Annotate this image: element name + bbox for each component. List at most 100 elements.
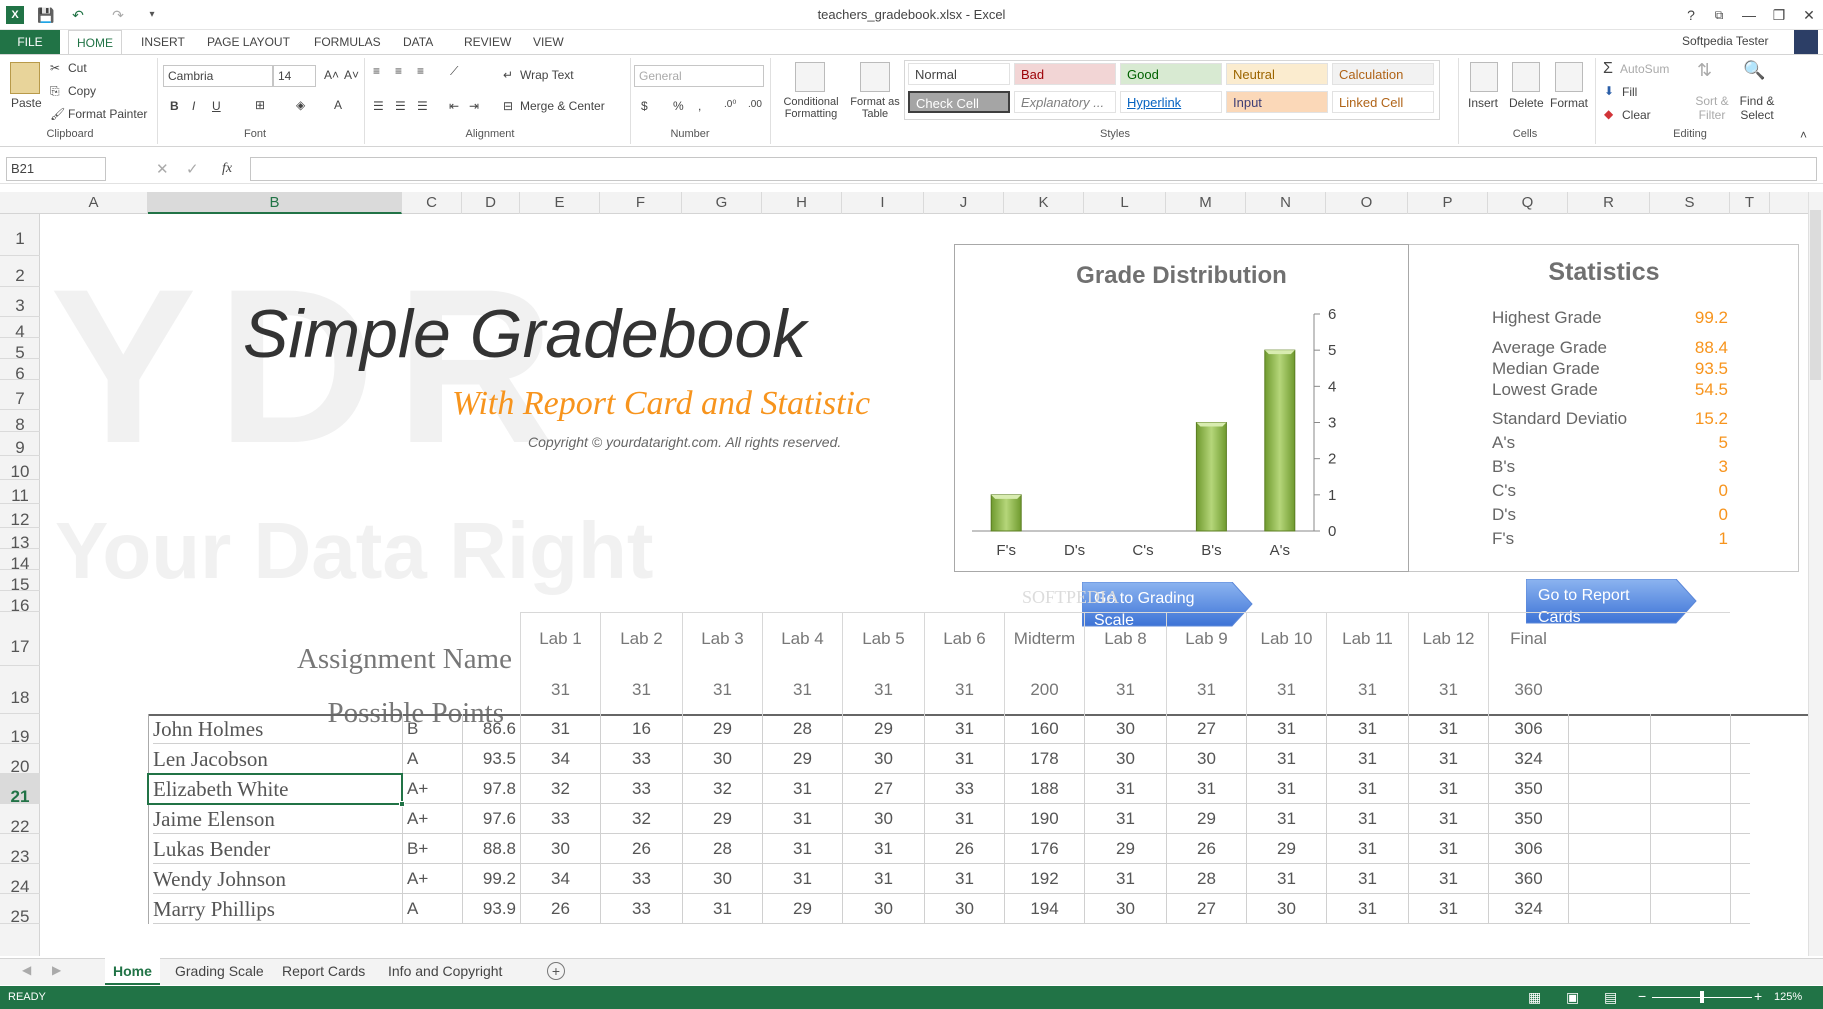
style-bad[interactable]: Bad — [1014, 63, 1116, 85]
score-cell[interactable]: 306 — [1488, 714, 1568, 744]
score-cell[interactable]: 31 — [924, 864, 1004, 894]
score-cell[interactable]: 27 — [1166, 714, 1246, 744]
score-cell[interactable]: 360 — [1488, 864, 1568, 894]
assignment-header[interactable]: Lab 8 — [1084, 612, 1166, 666]
close-button[interactable]: ✕ — [1794, 4, 1823, 26]
score-cell[interactable]: 31 — [1408, 894, 1488, 924]
clear-icon[interactable]: ◆ — [1604, 107, 1613, 121]
possible-points-cell[interactable]: 31 — [762, 666, 842, 714]
empty-cell[interactable] — [1650, 744, 1730, 774]
row-header[interactable]: 13 — [0, 528, 40, 552]
score-cell[interactable]: 190 — [1004, 804, 1084, 834]
empty-cell[interactable] — [1568, 714, 1650, 744]
score-cell[interactable]: 32 — [520, 774, 600, 804]
empty-cell[interactable] — [1568, 774, 1650, 804]
row-header[interactable]: 11 — [0, 480, 40, 505]
column-header[interactable]: P — [1408, 192, 1488, 214]
vertical-scroll-thumb[interactable] — [1810, 210, 1821, 380]
possible-points-cell[interactable]: 31 — [520, 666, 600, 714]
row-header[interactable]: 17 — [0, 612, 40, 666]
score-cell[interactable]: 31 — [1326, 804, 1408, 834]
student-name[interactable]: Len Jacobson — [153, 744, 402, 774]
possible-points-cell[interactable]: 360 — [1488, 666, 1568, 714]
orientation-icon[interactable]: ⟋ — [450, 64, 458, 79]
score-cell[interactable]: 30 — [1084, 744, 1166, 774]
formula-input[interactable] — [250, 157, 1817, 181]
score-cell[interactable]: 31 — [762, 864, 842, 894]
score-cell[interactable]: 30 — [924, 894, 1004, 924]
possible-points-cell[interactable]: 31 — [600, 666, 682, 714]
score-cell[interactable]: 27 — [842, 774, 924, 804]
underline-button[interactable]: U — [212, 99, 221, 113]
score-cell[interactable]: 33 — [600, 744, 682, 774]
column-header[interactable]: O — [1326, 192, 1408, 214]
score-cell[interactable]: 350 — [1488, 774, 1568, 804]
score-cell[interactable]: 34 — [520, 744, 600, 774]
middle-align-icon[interactable]: ≡ — [395, 64, 402, 78]
score-cell[interactable]: 31 — [924, 804, 1004, 834]
score-cell[interactable]: 33 — [600, 894, 682, 924]
possible-points-cell[interactable]: 200 — [1004, 666, 1084, 714]
possible-points-cell[interactable]: 31 — [1166, 666, 1246, 714]
score-cell[interactable]: 31 — [1246, 804, 1326, 834]
possible-points-cell[interactable]: 31 — [1084, 666, 1166, 714]
possible-points-cell[interactable]: 31 — [682, 666, 762, 714]
column-header[interactable]: I — [842, 192, 924, 214]
score-cell[interactable]: 31 — [1408, 864, 1488, 894]
score-cell[interactable]: 31 — [1408, 774, 1488, 804]
empty-cell[interactable] — [1650, 834, 1730, 864]
insert-button[interactable]: Insert — [1468, 96, 1498, 110]
style-good[interactable]: Good — [1120, 63, 1222, 85]
score-cell[interactable]: 31 — [924, 744, 1004, 774]
empty-cell[interactable] — [1650, 804, 1730, 834]
empty-cell[interactable] — [1568, 864, 1650, 894]
score-cell[interactable]: 31 — [1166, 774, 1246, 804]
help-icon[interactable]: ? — [1676, 4, 1706, 26]
copy-icon[interactable]: ⎘ — [50, 84, 60, 99]
score-cell[interactable]: 178 — [1004, 744, 1084, 774]
score-cell[interactable]: 28 — [1166, 864, 1246, 894]
row-header[interactable]: 7 — [0, 380, 40, 410]
score-cell[interactable]: 28 — [682, 834, 762, 864]
empty-cell[interactable] — [1730, 714, 1750, 744]
center-icon[interactable]: ☰ — [395, 99, 406, 113]
score-cell[interactable]: 33 — [600, 774, 682, 804]
column-header[interactable]: E — [520, 192, 600, 214]
empty-cell[interactable] — [1730, 774, 1750, 804]
delete-button[interactable]: Delete — [1509, 96, 1544, 110]
font-size-dropdown[interactable]: 14 — [273, 65, 316, 87]
assignment-header[interactable]: Lab 6 — [924, 612, 1004, 666]
letter-grade[interactable]: A — [402, 894, 462, 924]
assignment-header[interactable]: Lab 3 — [682, 612, 762, 666]
find-select-icon[interactable]: 🔍 — [1743, 60, 1765, 81]
score-cell[interactable]: 31 — [1326, 714, 1408, 744]
percent-score[interactable]: 88.8 — [462, 834, 520, 864]
zoom-out-button[interactable]: − — [1638, 988, 1646, 1004]
sort-filter-button[interactable]: Sort & Filter — [1692, 94, 1732, 122]
tab-review[interactable]: REVIEW — [456, 30, 519, 54]
merge-icon[interactable]: ⊟ — [503, 99, 513, 113]
paste-icon[interactable] — [10, 62, 40, 94]
cut-icon[interactable]: ✂ — [50, 61, 60, 75]
score-cell[interactable]: 31 — [682, 894, 762, 924]
score-cell[interactable]: 31 — [1408, 834, 1488, 864]
zoom-level[interactable]: 125% — [1774, 991, 1802, 1003]
row-header[interactable]: 24 — [0, 864, 40, 896]
decrease-indent-icon[interactable]: ⇤ — [449, 99, 459, 113]
row-header[interactable]: 15 — [0, 570, 40, 594]
empty-cell[interactable] — [1730, 744, 1750, 774]
score-cell[interactable]: 32 — [600, 804, 682, 834]
score-cell[interactable]: 31 — [1084, 804, 1166, 834]
score-cell[interactable]: 30 — [842, 894, 924, 924]
row-header[interactable]: 10 — [0, 456, 40, 481]
enter-icon[interactable]: ✓ — [186, 160, 199, 178]
score-cell[interactable]: 30 — [682, 744, 762, 774]
clear-button[interactable]: Clear — [1622, 108, 1651, 122]
column-header[interactable]: J — [924, 192, 1004, 214]
fill-icon[interactable]: ⬇ — [1604, 84, 1614, 98]
score-cell[interactable]: 176 — [1004, 834, 1084, 864]
tab-data[interactable]: DATA — [395, 30, 441, 54]
row-header[interactable]: 23 — [0, 834, 40, 866]
assignment-header[interactable]: Lab 5 — [842, 612, 924, 666]
format-as-table-button[interactable]: Format as Table — [848, 96, 902, 120]
